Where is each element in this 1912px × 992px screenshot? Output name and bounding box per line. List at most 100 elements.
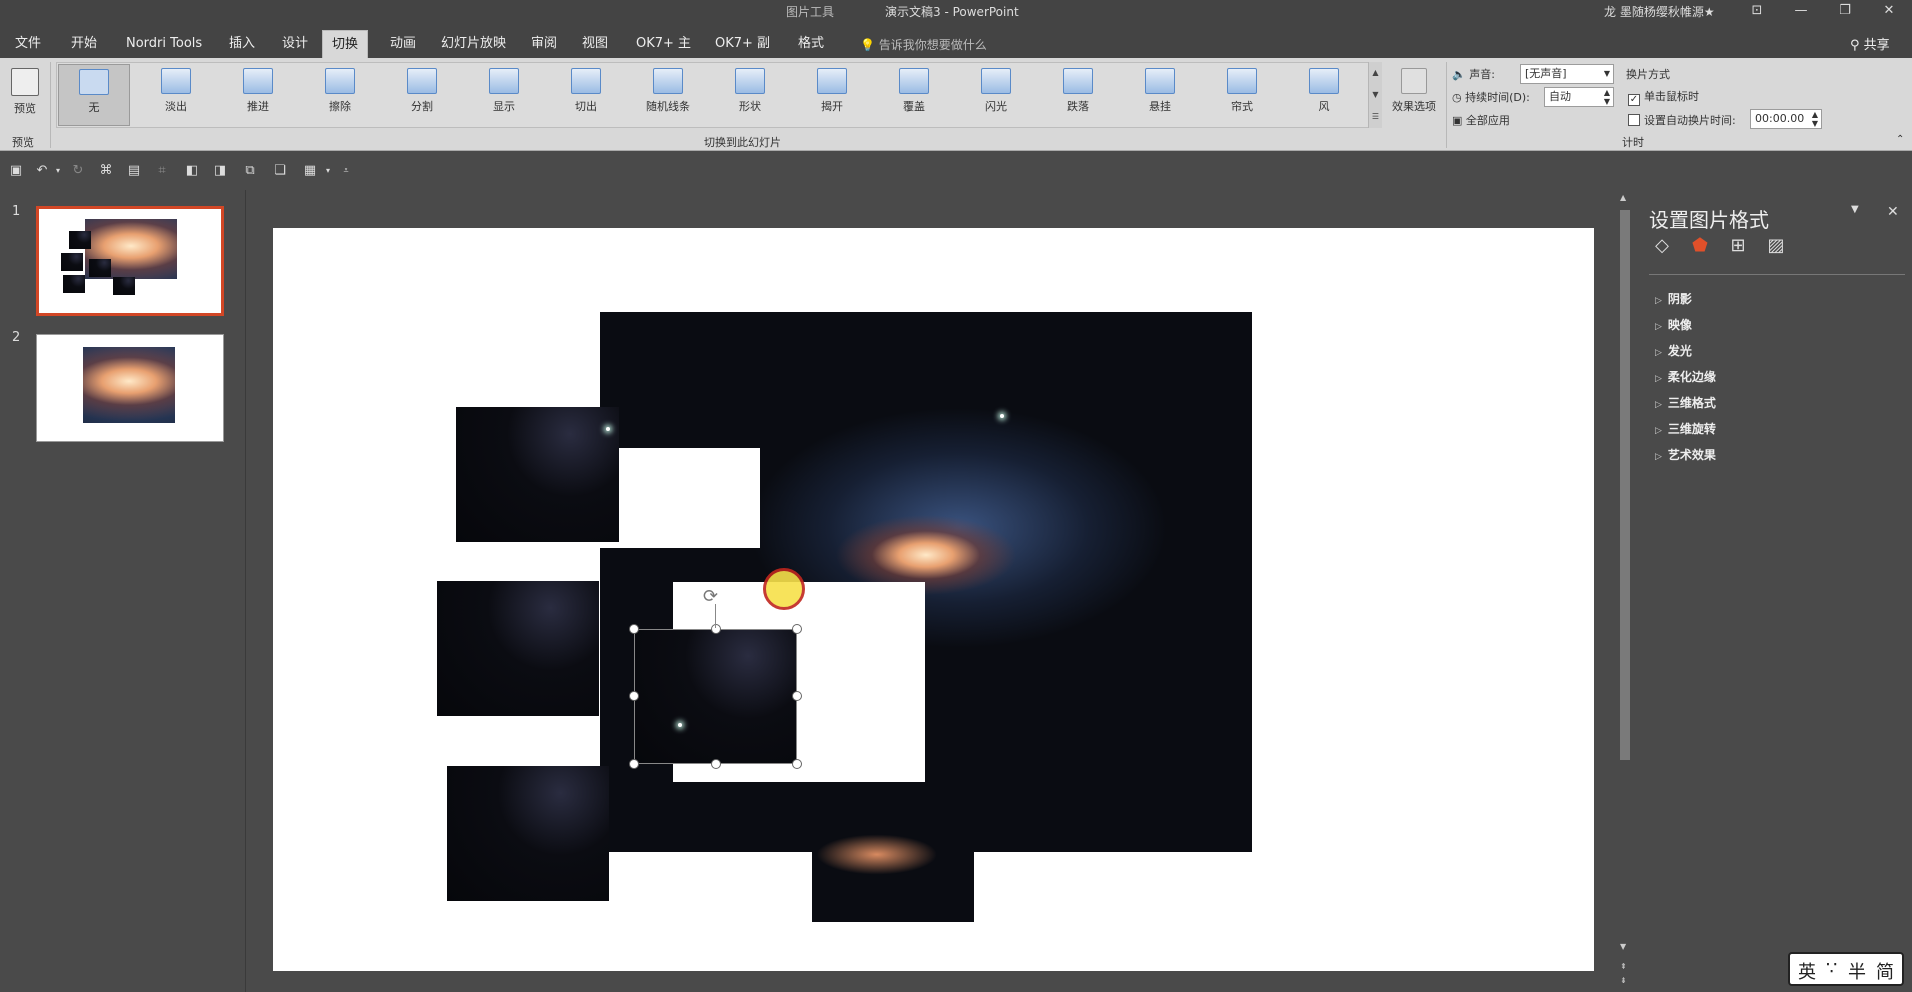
- preview-button[interactable]: 预览: [2, 64, 48, 126]
- undo-icon[interactable]: ↶: [34, 163, 50, 179]
- next-slide-icon[interactable]: ⇟: [1620, 976, 1627, 985]
- slide-thumbnail-2[interactable]: [36, 334, 224, 442]
- collapse-ribbon-icon[interactable]: ⌃: [1896, 134, 1904, 145]
- section-3d-format[interactable]: 三维格式: [1655, 394, 1716, 411]
- sound-select[interactable]: [无声音] ▼: [1520, 64, 1614, 84]
- minimize-icon[interactable]: —: [1780, 0, 1822, 22]
- resize-handle[interactable]: [711, 759, 721, 769]
- gallery-scroll[interactable]: ▲ ▼ ☰: [1368, 62, 1382, 128]
- transition-split[interactable]: 分割: [386, 64, 458, 126]
- picture-dropdown-icon[interactable]: ▾: [320, 163, 336, 179]
- slide-canvas[interactable]: ⟳: [273, 228, 1594, 971]
- section-soft-edges[interactable]: 柔化边缘: [1655, 368, 1716, 385]
- transition-flash[interactable]: 闪光: [960, 64, 1032, 126]
- ime-script[interactable]: 简: [1876, 958, 1894, 984]
- transition-reveal[interactable]: 显示: [468, 64, 540, 126]
- effect-options-button[interactable]: 效果选项: [1386, 64, 1442, 126]
- gallery-more-icon[interactable]: ☰: [1369, 106, 1382, 128]
- checkbox-unchecked-icon[interactable]: [1628, 114, 1640, 126]
- picture-tile[interactable]: [447, 766, 609, 901]
- format-painter-icon[interactable]: ⌘: [98, 163, 114, 179]
- tab-ok7-main[interactable]: OK7+ 主: [627, 30, 700, 58]
- tab-insert[interactable]: 插入: [220, 30, 264, 58]
- prev-slide-icon[interactable]: ⇞: [1620, 962, 1627, 971]
- resize-handle[interactable]: [629, 759, 639, 769]
- close-icon[interactable]: ✕: [1868, 0, 1910, 22]
- tab-ok7-sub[interactable]: OK7+ 副: [706, 30, 779, 58]
- transition-curtains[interactable]: 帘式: [1206, 64, 1278, 126]
- section-3d-rotation[interactable]: 三维旋转: [1655, 420, 1716, 437]
- tab-design[interactable]: 设计: [273, 30, 317, 58]
- effects-icon[interactable]: ⬟: [1687, 234, 1713, 258]
- tell-me-search[interactable]: 💡 告诉我你想要做什么: [860, 36, 987, 53]
- resize-handle[interactable]: [792, 759, 802, 769]
- resize-handle[interactable]: [629, 691, 639, 701]
- apply-all-button[interactable]: ▣ 全部应用: [1452, 112, 1510, 128]
- spinner-icon[interactable]: ▲ ▼: [1812, 110, 1818, 128]
- redo-icon[interactable]: ↻: [70, 163, 86, 179]
- picture-tile[interactable]: [456, 407, 619, 542]
- picture-tile[interactable]: [812, 787, 974, 922]
- pane-close-icon[interactable]: ✕: [1887, 204, 1899, 220]
- resize-handle[interactable]: [629, 624, 639, 634]
- slide-scrollbar[interactable]: ▲ ▼ ⇞ ⇟: [1617, 190, 1633, 992]
- fill-line-icon[interactable]: ◇: [1649, 234, 1675, 258]
- transition-wipe[interactable]: 擦除: [304, 64, 376, 126]
- transition-wind[interactable]: 风: [1288, 64, 1360, 126]
- checkbox-checked-icon[interactable]: ✓: [1628, 94, 1640, 106]
- crop-icon[interactable]: ⌗: [154, 163, 170, 179]
- transition-shape[interactable]: 形状: [714, 64, 786, 126]
- send-backward-icon[interactable]: ◨: [212, 163, 228, 179]
- on-click-checkbox[interactable]: ✓ 单击鼠标时: [1628, 88, 1699, 106]
- tab-home[interactable]: 开始: [62, 30, 106, 58]
- resize-handle[interactable]: [711, 624, 721, 634]
- tab-slideshow[interactable]: 幻灯片放映: [432, 30, 515, 58]
- customize-qat-icon[interactable]: ⩡: [338, 163, 354, 179]
- save-icon[interactable]: ▣: [8, 163, 24, 179]
- ime-language[interactable]: 英: [1798, 958, 1816, 984]
- spinner-icon[interactable]: ▲ ▼: [1604, 88, 1610, 106]
- tab-file[interactable]: 文件: [6, 30, 50, 58]
- user-name[interactable]: 龙 墨随杨缨秋帷源★: [1604, 3, 1715, 20]
- tab-transitions[interactable]: 切换: [322, 30, 369, 58]
- resize-handle[interactable]: [792, 691, 802, 701]
- bring-forward-icon[interactable]: ◧: [184, 163, 200, 179]
- ime-width[interactable]: 半: [1848, 958, 1866, 984]
- size-properties-icon[interactable]: ⊞: [1725, 234, 1751, 258]
- ungroup-icon[interactable]: ❏: [272, 163, 288, 179]
- transition-random-bars[interactable]: 随机线条: [632, 64, 704, 126]
- pane-options-icon[interactable]: ▼: [1851, 204, 1859, 215]
- transition-fade[interactable]: 淡出: [140, 64, 212, 126]
- auto-advance-time-field[interactable]: 00:00.00 ▲ ▼: [1750, 109, 1822, 129]
- auto-advance-checkbox[interactable]: 设置自动换片时间:: [1628, 112, 1736, 128]
- chevron-down-icon[interactable]: ▼: [1369, 84, 1382, 106]
- restore-icon[interactable]: ❐: [1824, 0, 1866, 22]
- transition-drape[interactable]: 悬挂: [1124, 64, 1196, 126]
- transition-none[interactable]: 无: [58, 64, 130, 126]
- resize-handle[interactable]: [792, 624, 802, 634]
- section-artistic-effects[interactable]: 艺术效果: [1655, 446, 1716, 463]
- save-as-icon[interactable]: ▤: [126, 163, 142, 179]
- transition-cut[interactable]: 切出: [550, 64, 622, 126]
- section-shadow[interactable]: 阴影: [1655, 290, 1692, 307]
- share-button[interactable]: ⚲ 共享: [1850, 34, 1890, 53]
- picture-icon[interactable]: ▦: [302, 163, 318, 179]
- tab-view[interactable]: 视图: [573, 30, 617, 58]
- ime-punct[interactable]: ∵: [1826, 958, 1837, 979]
- undo-dropdown-icon[interactable]: ▾: [50, 163, 66, 179]
- scroll-down-icon[interactable]: ▼: [1620, 942, 1626, 951]
- scroll-up-icon[interactable]: ▲: [1620, 193, 1626, 202]
- scroll-thumb[interactable]: [1620, 210, 1630, 760]
- chevron-up-icon[interactable]: ▲: [1369, 62, 1382, 84]
- tab-animations[interactable]: 动画: [381, 30, 425, 58]
- transition-cover[interactable]: 覆盖: [878, 64, 950, 126]
- section-reflection[interactable]: 映像: [1655, 316, 1692, 333]
- section-glow[interactable]: 发光: [1655, 342, 1692, 359]
- picture-tile[interactable]: [437, 581, 599, 716]
- transition-uncover[interactable]: 揭开: [796, 64, 868, 126]
- tab-format[interactable]: 格式: [789, 30, 833, 58]
- picture-icon[interactable]: ▨: [1763, 234, 1789, 258]
- transition-push[interactable]: 推进: [222, 64, 294, 126]
- slide-thumbnail-1[interactable]: [36, 206, 224, 316]
- ime-status-bar[interactable]: 英 ∵ 半 简: [1788, 952, 1904, 986]
